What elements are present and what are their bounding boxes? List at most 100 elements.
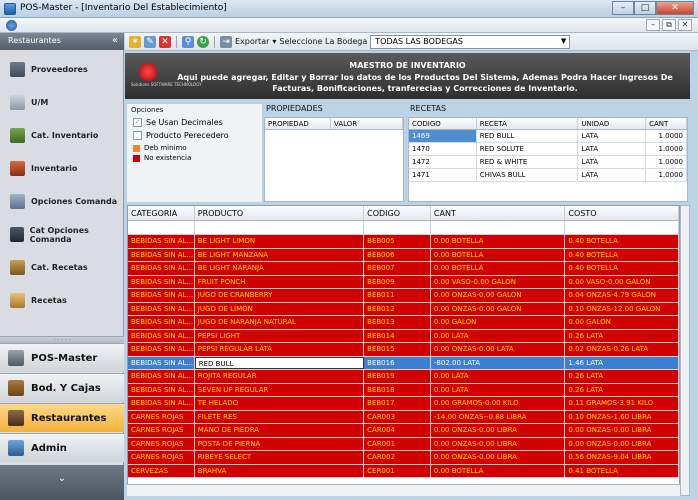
table-row[interactable]: CARNES ROJAS FILETE RES CAR003 -14.00 ONZAS… [128, 410, 679, 424]
export-button[interactable]: Exportar [235, 37, 269, 46]
cell: FILETE RES [195, 410, 365, 423]
sidebar-item-recetas[interactable]: Recetas [0, 284, 124, 317]
column-header[interactable]: VALOR [331, 118, 403, 129]
table-row[interactable]: BEBIDAS SIN AL... JUGO DE NARANJA NATURAL… [128, 316, 679, 330]
filter-cell[interactable] [128, 221, 195, 234]
table-row[interactable]: BEBIDAS SIN AL... PEPSI LIGHT BEB014 0.00 L… [128, 329, 679, 343]
checkbox-box[interactable] [133, 131, 142, 140]
cell: JUGO DE CRANBERRY [195, 289, 365, 302]
filter-cell[interactable] [195, 221, 365, 234]
sidebar-footer[interactable]: ⌄ [0, 465, 124, 500]
cell: BE LIGHT LIMON [195, 235, 365, 248]
nav-restaurantes[interactable]: Restaurantes [0, 403, 124, 432]
checkbox-label: Se Usan Decimales [146, 118, 223, 127]
delete-icon[interactable]: ✕ [159, 35, 171, 48]
bodega-select[interactable]: TODAS LAS BODEGAS ▼ [370, 34, 571, 49]
inventory-grid[interactable]: CATEGORIA PRODUCTO CODIGO CANT COSTO BEB… [127, 205, 680, 496]
sidebar-item-cat-recetas[interactable]: Cat. Recetas [0, 251, 124, 284]
recetas-row[interactable]: 1469 RED BULL LATA 1.0000 [409, 130, 687, 143]
recetas-row[interactable]: 1471 CHIVAS BULL LATA 1.0000 [409, 169, 687, 182]
propiedades-grid[interactable]: PROPIEDAD VALOR [264, 117, 404, 202]
inventory-rows: BEBIDAS SIN AL... BE LIGHT LIMON BEB005 0.0… [128, 235, 679, 478]
cell: BEB017 [364, 397, 431, 410]
cell: -802.00 LATA [430, 356, 566, 369]
table-row[interactable]: CARNES ROJAS POSTA DE PIERNA CAR001 0.00 ON… [128, 437, 679, 451]
close-button[interactable]: ✕ [656, 1, 694, 15]
refresh-icon[interactable]: ↻ [197, 35, 209, 48]
maximize-button[interactable]: □ [634, 1, 656, 15]
column-header[interactable]: PROPIEDAD [265, 118, 331, 129]
mdi-restore-button[interactable]: ⧉ [662, 19, 676, 31]
cell: BEBIDAS SIN AL... [128, 302, 195, 315]
inventory-grid-header: CATEGORIA PRODUCTO CODIGO CANT COSTO [128, 206, 679, 221]
edit-icon[interactable]: ✎ [144, 35, 156, 48]
export-icon[interactable]: ⇥ [220, 35, 232, 48]
table-row[interactable]: CARNES ROJAS RIBEYE SELECT CAR002 0.00 ONZA… [128, 451, 679, 465]
table-row[interactable]: BEBIDAS SIN AL... BE LIGHT NARANJA BEB007 0… [128, 262, 679, 276]
cell: BEBIDAS SIN AL... [128, 262, 195, 275]
table-row[interactable]: BEBIDAS SIN AL... JUGO DE LIMON BEB012 0.00… [128, 302, 679, 316]
column-header[interactable]: RECETA [477, 118, 579, 129]
table-row[interactable]: CARNES ROJAS MANO DE PIEDRA CAR004 0.00 ONZ… [128, 424, 679, 438]
column-header[interactable]: CODIGO [364, 206, 431, 220]
column-header[interactable]: COSTO [565, 206, 679, 220]
column-header[interactable]: CATEGORIA [128, 206, 195, 220]
horizontal-scrollbar[interactable] [127, 484, 680, 496]
collapse-icon[interactable]: « [112, 35, 118, 46]
table-row[interactable]: BEBIDAS SIN AL... BE LIGHT LIMON BEB005 0.0… [128, 235, 679, 249]
minimize-button[interactable]: – [612, 1, 634, 15]
app-orb-icon[interactable] [6, 20, 17, 31]
table-row[interactable]: BEBIDAS SIN AL... JUGO DE CRANBERRY BEB011… [128, 289, 679, 303]
filter-cell[interactable] [364, 221, 431, 234]
cell: 0.00 LATA [431, 329, 566, 342]
scale-icon [10, 95, 25, 110]
perishable-checkbox[interactable]: Producto Perecedero [133, 131, 229, 140]
cell: CARNES ROJAS [128, 437, 195, 450]
vertical-scrollbar[interactable] [680, 205, 690, 496]
chevron-down-icon[interactable]: ⌄ [58, 473, 66, 484]
table-row[interactable]: BEBIDAS SIN AL... TE HELADO BEB017 0.00 GRA… [128, 397, 679, 411]
sidebar-item-um[interactable]: U/M [0, 86, 124, 119]
recipes-cat-icon [10, 260, 25, 275]
sidebar-item-opciones-comanda[interactable]: Opciones Comanda [0, 185, 124, 218]
table-row[interactable]: BEBIDAS SIN AL... ROJITA REGULAR BEB019 0.0… [128, 370, 679, 384]
sidebar-item-proveedores[interactable]: Proveedores [0, 53, 124, 86]
new-icon[interactable]: ✶ [129, 35, 141, 48]
decimals-checkbox[interactable]: ✓ Se Usan Decimales [133, 118, 223, 127]
nav-admin[interactable]: Admin [0, 433, 124, 462]
recetas-row[interactable]: 1470 RED SOLUTE LATA 1.0000 [409, 143, 687, 156]
table-row[interactable]: CERVEZAS BRAHVA CER001 0.00 BOTELLA 0.41 BOT… [128, 464, 679, 478]
column-header[interactable]: UNIDAD [578, 118, 647, 129]
column-header[interactable]: PRODUCTO [195, 206, 365, 220]
sidebar-splitter[interactable]: · · · · · [0, 336, 124, 344]
table-row[interactable]: BEBIDAS SIN AL... BE LIGHT MANZANA BEB006 0… [128, 248, 679, 262]
legend-label: No existencia [144, 154, 192, 162]
table-row[interactable]: BEBIDAS SIN AL... FRUIT PONCH BEB009 0.00 V… [128, 275, 679, 289]
column-header[interactable]: CODIGO [409, 118, 477, 129]
checkbox-box[interactable]: ✓ [133, 118, 142, 127]
table-row[interactable]: BEBIDAS SIN AL... PEPSI REGULAR LATA BEB01… [128, 343, 679, 357]
table-row[interactable]: BEBIDAS SIN AL... SEVEN UP REGULAR BEB018 0… [128, 383, 679, 397]
filter-row[interactable] [128, 221, 679, 235]
filter-cell[interactable] [431, 221, 566, 234]
mdi-close-button[interactable]: ✕ [678, 19, 692, 31]
recetas-row[interactable]: 1472 RED & WHITE LATA 1.0000 [409, 156, 687, 169]
column-header[interactable]: CANT [431, 206, 566, 220]
mdi-minimize-button[interactable]: – [646, 19, 660, 31]
sidebar-item-inventario[interactable]: Inventario [0, 152, 124, 185]
options-icon [10, 194, 25, 209]
sidebar-item-cat-opciones-comanda[interactable]: Cat Opciones Comanda [0, 218, 124, 251]
column-header[interactable]: CANT [646, 118, 687, 129]
recetas-grid[interactable]: CODIGO RECETA UNIDAD CANT 1469 RED BULL … [408, 117, 688, 202]
dropdown-arrow-icon[interactable]: ▾ [272, 37, 276, 46]
sidebar-item-cat-inventario[interactable]: Cat. Inventario [0, 119, 124, 152]
table-row[interactable]: BEBIDAS SIN AL... RED BULL BEB016 -802.00 L… [128, 356, 679, 370]
filter-cell[interactable] [565, 221, 679, 234]
cell: BEB016 [364, 356, 431, 369]
search-icon[interactable]: ⚲ [182, 35, 194, 48]
nav-label: POS-Master [31, 352, 98, 364]
nav-pos-master[interactable]: POS-Master [0, 343, 124, 372]
cell: POSTA DE PIERNA [195, 437, 365, 450]
nav-bod-y-cajas[interactable]: Bod. Y Cajas [0, 373, 124, 402]
cell: BEB018 [364, 383, 431, 396]
